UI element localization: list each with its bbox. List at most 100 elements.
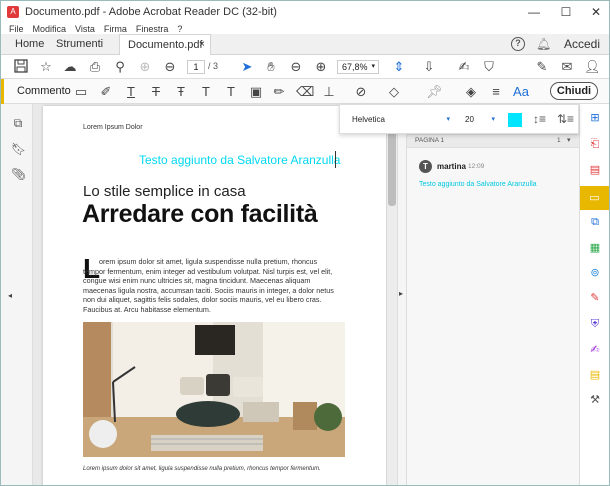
sign-pen-icon[interactable]: ✍ xyxy=(456,59,472,75)
protect-shield-icon[interactable]: ⛨ xyxy=(587,316,603,332)
comments-count: 1 xyxy=(557,137,561,144)
page-up-icon[interactable]: ⊕ xyxy=(137,59,153,75)
notification-bell-icon[interactable]: 🔔︎ xyxy=(536,34,551,54)
print-icon[interactable]: ⎙ xyxy=(87,59,103,75)
pin-icon[interactable]: 📌︎ xyxy=(426,84,443,100)
fill-sign-icon[interactable]: ✎ xyxy=(587,290,603,306)
zoom-search-icon[interactable]: ⚲ xyxy=(112,59,128,75)
star-icon[interactable]: ☆ xyxy=(38,59,54,75)
comment-tool-icon[interactable]: ▭ xyxy=(580,186,609,210)
edit-link-icon[interactable]: ✎ xyxy=(534,59,550,75)
comment-text: Testo aggiunto da Salvatore Aranzulla xyxy=(419,181,537,188)
hand-tool-icon[interactable]: ✋︎ xyxy=(263,59,279,75)
close-comment-button[interactable]: Chiudi xyxy=(550,82,598,100)
mail-icon[interactable]: ✉ xyxy=(559,59,575,75)
collapse-left-icon[interactable]: ◂ xyxy=(3,289,17,303)
line-spacing-icon[interactable]: ↕≡ xyxy=(533,112,546,126)
insert-text-icon[interactable]: T xyxy=(198,84,214,100)
highlighter-icon[interactable]: ✐ xyxy=(98,84,114,100)
add-text-icon[interactable]: T xyxy=(223,84,239,100)
tab-document[interactable]: Documento.pdf × xyxy=(119,34,211,55)
text-box-icon[interactable]: ▣ xyxy=(248,84,264,100)
eraser-icon[interactable]: ⌫ xyxy=(296,84,314,100)
comment-timestamp: 12:09 xyxy=(468,163,485,170)
chevron-down-icon[interactable]: ▾ xyxy=(567,136,571,144)
attachment-paperclip-icon[interactable]: 📎︎ xyxy=(11,167,26,181)
font-family-select[interactable]: Helvetica ▾ xyxy=(352,113,452,127)
add-user-icon[interactable]: 👤︎ xyxy=(584,59,601,75)
zoom-level-select[interactable]: 67,8% ▾ xyxy=(337,60,379,74)
tab-bar: Home Strumenti Documento.pdf × ? 🔔︎ Acce… xyxy=(1,34,609,55)
pane-divider[interactable]: ▸ xyxy=(397,104,407,485)
paragraph-spacing-icon[interactable]: ⇅≡ xyxy=(557,112,574,126)
send-review-icon[interactable]: ▤ xyxy=(587,367,603,383)
underline-text-icon[interactable]: T xyxy=(123,84,139,100)
tab-tools[interactable]: Strumenti xyxy=(56,34,103,54)
article-headline: Arredare con facilità xyxy=(82,200,318,228)
strikethrough-text-icon[interactable]: T xyxy=(148,84,164,100)
document-scrollbar[interactable] xyxy=(387,104,397,485)
fill-color-icon[interactable]: ◈ xyxy=(463,84,479,100)
zoom-out-icon[interactable]: ⊖ xyxy=(288,59,304,75)
more-tools-icon[interactable]: ⚒ xyxy=(587,392,603,408)
sticky-note-icon[interactable]: ▭ xyxy=(73,84,89,100)
replace-text-icon[interactable]: Ŧ xyxy=(173,84,189,100)
title-bar: A Documento.pdf - Adobe Acrobat Reader D… xyxy=(1,1,609,23)
acrobat-app-icon: A xyxy=(7,6,19,18)
added-text-annotation[interactable]: Testo aggiunto da Salvatore Aranzulla xyxy=(139,153,340,167)
upload-cloud-icon[interactable]: ☁ xyxy=(62,59,78,75)
living-room-photo xyxy=(83,322,345,457)
comments-page-label: PAGINA 1 xyxy=(415,137,445,144)
save-icon[interactable] xyxy=(13,59,29,75)
page-thumbnails-icon[interactable]: ⧉ xyxy=(11,116,25,130)
stamp-icon[interactable]: ⊥ xyxy=(321,84,337,100)
font-size-select[interactable]: 20 ▾ xyxy=(465,113,497,127)
article-subtitle: Lo stile semplice in casa xyxy=(83,183,246,200)
close-tab-icon[interactable]: × xyxy=(199,35,205,55)
fit-page-icon[interactable]: ⇕ xyxy=(391,59,407,75)
photo-caption: Lorem ipsum dolor sit amet, ligula suspe… xyxy=(83,466,321,472)
comment-accent-bar xyxy=(1,79,4,104)
tag-icon[interactable]: ⛉ xyxy=(481,59,497,75)
edit-pdf-icon[interactable]: ▤ xyxy=(587,162,603,178)
organize-pages-icon[interactable]: ▦ xyxy=(587,240,603,256)
bookmark-icon[interactable]: 🔖︎ xyxy=(11,142,26,156)
combine-files-icon[interactable]: ⧉ xyxy=(587,214,603,230)
help-icon[interactable]: ? xyxy=(511,37,525,51)
select-cursor-icon[interactable]: ➤ xyxy=(239,59,255,75)
document-viewer[interactable]: Lorem Ipsum Dolor Testo aggiunto da Salv… xyxy=(33,104,397,485)
menu-file[interactable]: File xyxy=(9,24,24,34)
request-signature-icon[interactable]: ✍ xyxy=(587,342,603,358)
collapse-right-icon[interactable]: ▸ xyxy=(399,289,403,298)
text-properties-icon[interactable]: Aa xyxy=(510,84,532,100)
comment-toolbar-label: Commento xyxy=(17,85,71,97)
pencil-icon[interactable]: ✏ xyxy=(271,84,287,100)
menu-modifica[interactable]: Modifica xyxy=(33,24,67,34)
text-color-swatch[interactable] xyxy=(508,113,522,127)
close-window-icon[interactable]: ✕ xyxy=(581,1,609,23)
line-width-icon[interactable]: ≡ xyxy=(488,84,504,100)
maximize-icon[interactable]: ☐ xyxy=(551,1,581,23)
comment-toolbar: Commento ▭ ✐ T T Ŧ T T ▣ ✏ ⌫ ⊥ ⊘ ◇ 📌︎ ◈ … xyxy=(1,79,609,104)
scroll-mode-icon[interactable]: ⇩ xyxy=(421,59,437,75)
menu-finestra[interactable]: Finestra xyxy=(136,24,169,34)
page-down-icon[interactable]: ⊖ xyxy=(162,59,178,75)
page-number-input[interactable]: 1 xyxy=(187,60,205,74)
signin-link[interactable]: Accedi xyxy=(564,34,600,54)
minimize-icon[interactable]: — xyxy=(519,1,549,23)
text-properties-panel: Helvetica ▾ 20 ▾ ↕≡ ⇅≡ xyxy=(339,104,579,134)
scan-enhance-icon[interactable]: ⊚ xyxy=(587,265,603,281)
tab-home[interactable]: Home xyxy=(15,34,44,54)
main-toolbar: ☆ ☁ ⎙ ⚲ ⊕ ⊖ 1 / 3 ➤ ✋︎ ⊖ ⊕ 67,8% ▾ ⇕ ⇩ ✍… xyxy=(1,55,609,79)
menu-vista[interactable]: Vista xyxy=(75,24,95,34)
export-pdf-icon[interactable]: ⎗ xyxy=(587,136,603,152)
comment-card[interactable]: T martina 12:09 Testo aggiunto da Salvat… xyxy=(407,152,579,200)
menu-firma[interactable]: Firma xyxy=(104,24,127,34)
create-pdf-icon[interactable]: ⊞ xyxy=(587,110,603,126)
shapes-icon[interactable]: ◇ xyxy=(386,84,402,100)
right-tools-rail: ⊞ ⎗ ▤ ▭ ⧉ ▦ ⊚ ✎ ⛨ ✍ ▤ ⚒ xyxy=(579,104,609,485)
attach-icon[interactable]: ⊘ xyxy=(353,84,369,100)
menu-help[interactable]: ? xyxy=(177,24,182,34)
page-total-label: / 3 xyxy=(208,61,219,71)
zoom-in-icon[interactable]: ⊕ xyxy=(313,59,329,75)
